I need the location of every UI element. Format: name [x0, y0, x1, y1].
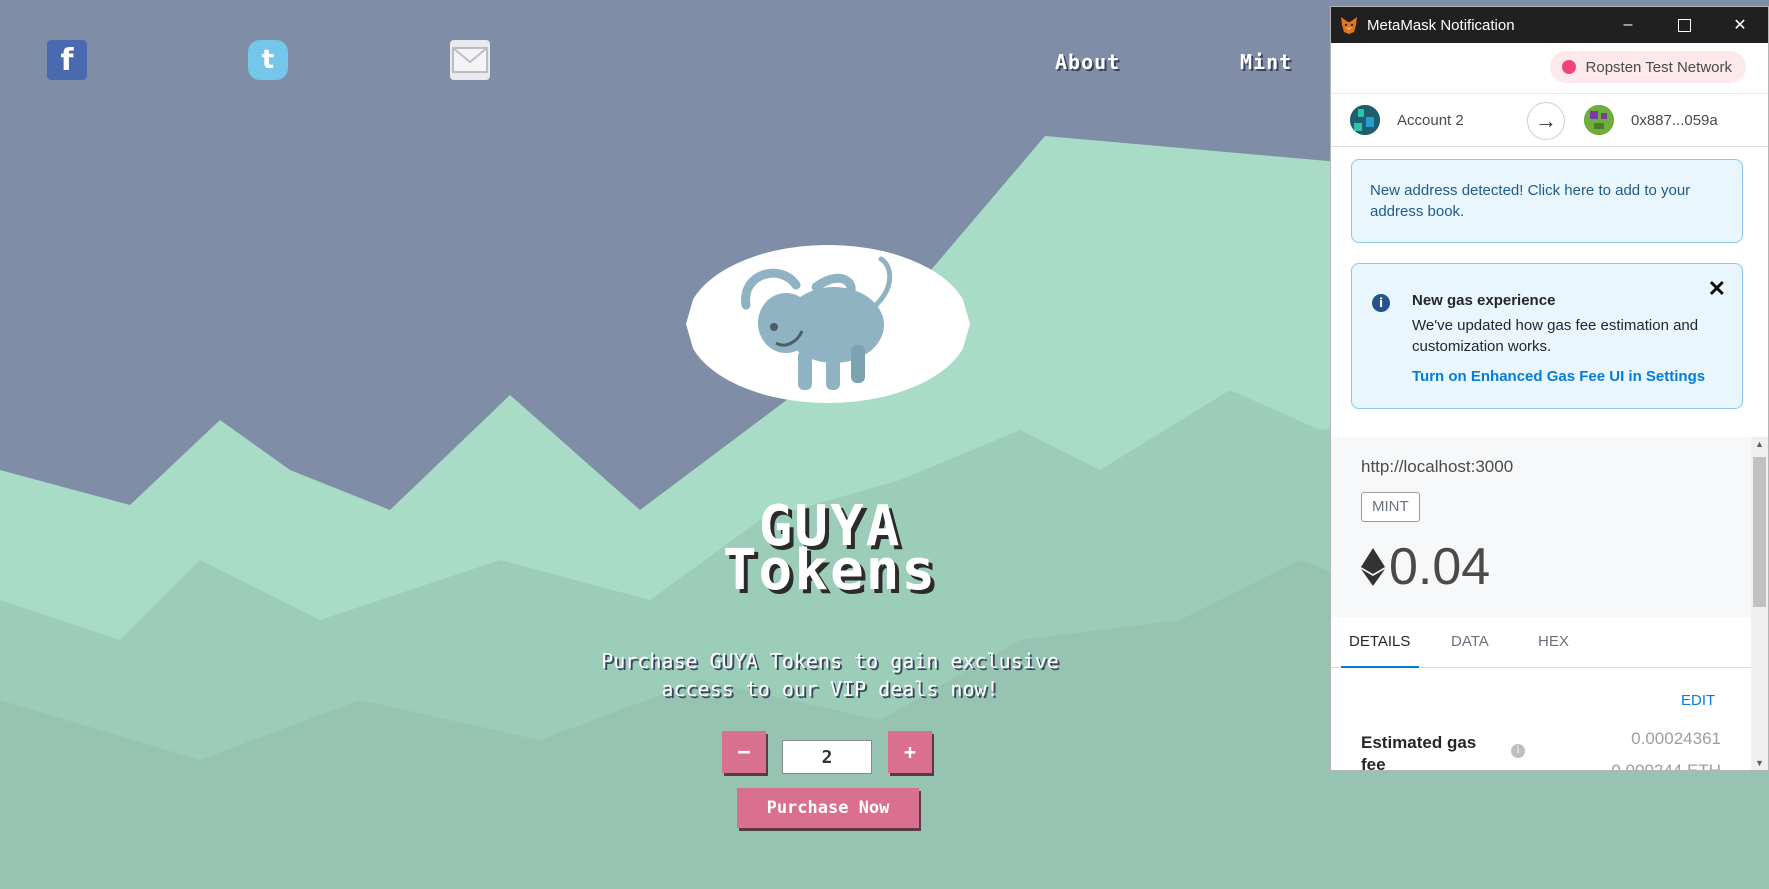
tab-data[interactable]: DATA — [1451, 633, 1489, 650]
facebook-icon[interactable]: f — [47, 40, 87, 80]
window-title: MetaMask Notification — [1367, 16, 1515, 34]
page-description: Purchase GUYA Tokens to gain exclusive a… — [580, 647, 1080, 703]
from-account-avatar — [1350, 105, 1380, 135]
scroll-up-icon[interactable]: ▲ — [1755, 439, 1764, 449]
network-status-icon — [1561, 60, 1576, 74]
gas-fee-value: 0.00024361 — [1631, 729, 1721, 748]
page-title: GUYA Tokens — [600, 499, 1060, 603]
network-row: Ropsten Test Network — [1331, 43, 1768, 94]
purchase-now-button[interactable]: Purchase Now — [737, 788, 919, 828]
gas-experience-notice: i New gas experience We've updated how g… — [1351, 263, 1743, 409]
new-address-notice[interactable]: New address detected! Click here to add … — [1351, 159, 1743, 243]
metamask-titlebar: MetaMask Notification – ✕ — [1331, 7, 1768, 43]
amount-row: 0.04 — [1361, 537, 1490, 597]
metamask-window: MetaMask Notification – ✕ Ropsten Test N… — [1330, 6, 1769, 771]
account-row: Account 2 → 0x887...059a — [1331, 94, 1768, 147]
close-window-icon[interactable]: ✕ — [1712, 7, 1768, 43]
arrow-right-icon: → — [1527, 102, 1565, 140]
details-tabs: DETAILS DATA HEX — [1331, 617, 1753, 668]
network-selector[interactable]: Ropsten Test Network — [1549, 51, 1746, 83]
close-notice-icon[interactable]: ✕ — [1708, 278, 1726, 300]
edit-button[interactable]: EDIT — [1681, 692, 1715, 709]
gas-notice-title: New gas experience — [1412, 292, 1556, 309]
transaction-summary: http://localhost:3000 MINT 0.04 — [1331, 437, 1753, 617]
increment-button[interactable]: + — [888, 731, 932, 773]
ethereum-icon — [1361, 548, 1385, 586]
from-account-name: Account 2 — [1397, 111, 1464, 129]
gas-info-icon[interactable]: i — [1511, 744, 1525, 758]
method-badge: MINT — [1361, 492, 1420, 522]
gas-notice-body: We've updated how gas fee estimation and… — [1412, 317, 1699, 355]
decrement-button[interactable]: − — [722, 731, 766, 773]
network-label: Ropsten Test Network — [1585, 58, 1732, 76]
scrollbar[interactable]: ▲ ▼ — [1751, 437, 1768, 770]
tab-hex[interactable]: HEX — [1538, 633, 1569, 650]
enhanced-gas-link[interactable]: Turn on Enhanced Gas Fee UI in Settings — [1412, 366, 1724, 387]
info-icon: i — [1372, 294, 1390, 312]
transaction-amount: 0.04 — [1389, 538, 1491, 596]
description-line-2: access to our VIP deals now! — [661, 677, 999, 701]
description-line-1: Purchase GUYA Tokens to gain exclusive — [601, 649, 1059, 673]
quantity-input[interactable] — [782, 740, 872, 774]
origin-url: http://localhost:3000 — [1361, 457, 1514, 476]
nav-mint-link[interactable]: Mint — [1240, 50, 1292, 74]
twitter-icon[interactable]: t — [248, 40, 288, 80]
title-line-2: Tokens — [722, 538, 938, 603]
buffalo-logo — [686, 245, 970, 403]
metamask-fox-icon — [1341, 17, 1357, 34]
scroll-down-icon[interactable]: ▼ — [1755, 758, 1764, 768]
maximize-icon[interactable] — [1656, 7, 1712, 43]
gas-fee-eth: 0.000244 ETH — [1611, 761, 1721, 771]
gas-fee-label: Estimated gas fee — [1361, 733, 1477, 771]
new-address-text: New address detected! Click here to add … — [1370, 182, 1691, 220]
mail-icon[interactable] — [450, 40, 490, 80]
minimize-icon[interactable]: – — [1600, 7, 1656, 43]
to-account-avatar — [1584, 105, 1614, 135]
nav-about-link[interactable]: About — [1055, 50, 1120, 74]
buffalo-icon — [741, 256, 893, 390]
active-tab-indicator — [1341, 666, 1419, 668]
to-account-address: 0x887...059a — [1631, 111, 1718, 129]
tab-details[interactable]: DETAILS — [1349, 633, 1410, 650]
scrollbar-thumb[interactable] — [1753, 457, 1766, 607]
